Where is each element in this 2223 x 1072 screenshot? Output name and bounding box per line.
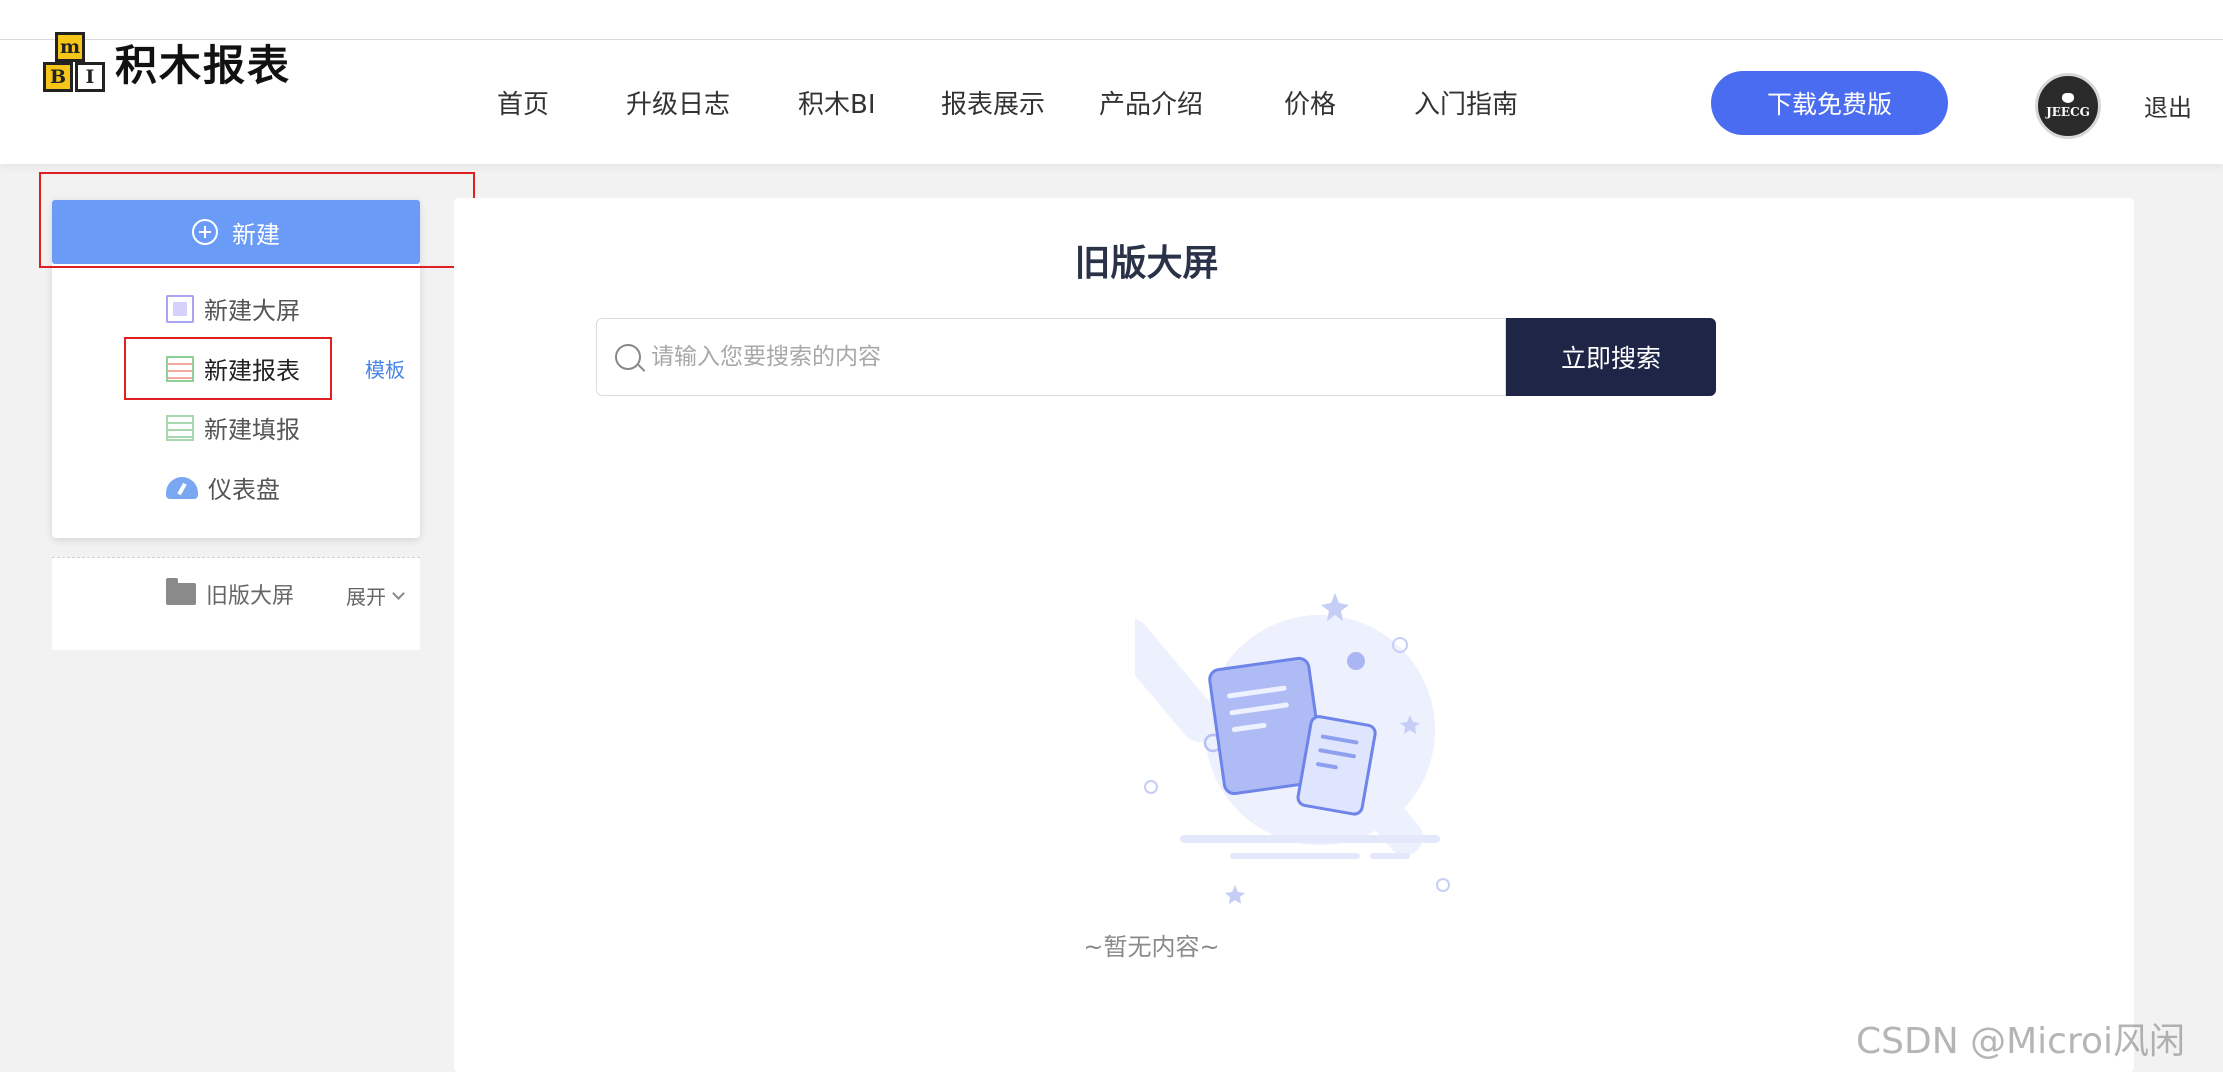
empty-state-illustration — [1135, 593, 1450, 904]
gauge-icon — [166, 476, 198, 499]
nav-pricing[interactable]: 价格 — [1284, 84, 1336, 121]
highlight-frame-new-report — [124, 337, 332, 400]
nav-getting-started[interactable]: 入门指南 — [1414, 84, 1518, 121]
template-link[interactable]: 模板 — [365, 354, 405, 383]
search-box[interactable] — [596, 318, 1506, 396]
folder-label: 旧版大屏 — [206, 584, 295, 609]
fill-table-icon — [166, 414, 194, 441]
search-input[interactable] — [651, 344, 1471, 370]
nav-report-showcase[interactable]: 报表展示 — [941, 84, 1045, 121]
folder-old-screen[interactable]: 旧版大屏 — [166, 578, 294, 610]
menu-new-fill-report-label: 新建填报 — [204, 416, 300, 444]
watermark: CSDN @Microi风闲 — [1856, 1021, 2185, 1062]
logo-text: 积木报表 — [115, 40, 292, 90]
chevron-down-icon — [392, 586, 405, 600]
logo-block-b: B — [43, 62, 73, 92]
expand-label: 展开 — [346, 585, 386, 609]
site-logo[interactable]: m B I 积木报表 — [43, 30, 291, 94]
browser-top-strip — [0, 0, 2223, 40]
avatar-text: JEECG — [2046, 105, 2090, 119]
download-free-button[interactable]: 下载免费版 — [1711, 71, 1948, 135]
menu-new-fill-report[interactable]: 新建填报 — [166, 410, 300, 445]
menu-dashboard[interactable]: 仪表盘 — [166, 470, 280, 505]
logout-link[interactable]: 退出 — [2144, 88, 2192, 123]
nav-changelog[interactable]: 升级日志 — [626, 84, 730, 121]
logo-blocks-icon: m B I — [43, 30, 111, 94]
folder-icon — [166, 578, 196, 605]
empty-state-text: ~暂无内容~ — [1083, 933, 1220, 961]
nav-product-intro[interactable]: 产品介绍 — [1099, 84, 1203, 121]
nav-bi[interactable]: 积木BI — [798, 84, 876, 121]
menu-new-screen-label: 新建大屏 — [204, 297, 300, 325]
page-title: 旧版大屏 — [1074, 243, 1219, 284]
expand-toggle[interactable]: 展开 — [346, 581, 405, 610]
avatar[interactable]: JEECG — [2035, 73, 2101, 139]
logo-block-m: m — [55, 32, 85, 62]
menu-dashboard-label: 仪表盘 — [208, 476, 280, 504]
search-button[interactable]: 立即搜索 — [1506, 318, 1716, 396]
menu-new-screen[interactable]: 新建大屏 — [166, 291, 300, 326]
search-icon — [615, 344, 641, 370]
avatar-mascot-icon — [2062, 93, 2074, 103]
logo-block-i: I — [75, 62, 105, 92]
nav-home[interactable]: 首页 — [497, 84, 549, 121]
screen-icon — [166, 294, 194, 323]
